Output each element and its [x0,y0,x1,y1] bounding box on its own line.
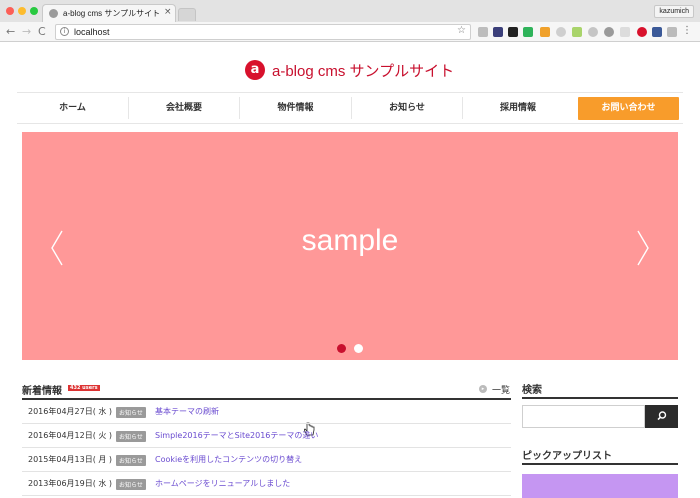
pickup-item[interactable] [522,474,678,498]
profile-button[interactable]: kazumich [654,5,694,18]
news-category-badge[interactable]: お知らせ [116,431,146,442]
news-link[interactable]: Cookieを利用したコンテンツの切り替え [155,454,302,465]
news-date: 2016年04月12日( 火 ) [28,431,113,440]
extension-icon[interactable] [588,27,598,37]
info-icon[interactable]: i [60,27,69,36]
search-icon [657,411,667,421]
forward-icon[interactable]: → [22,25,31,38]
search-header: 検索 [522,380,678,399]
slider-dot-1[interactable] [337,344,346,353]
tab-title: a-blog cms サンプルサイト | a-bl [63,9,159,18]
extension-icon[interactable] [523,27,533,37]
zoom-window-button[interactable] [30,7,38,15]
nav-item-company[interactable]: 会社概要 [129,93,239,123]
extension-icon[interactable] [478,27,488,37]
extension-icon[interactable] [556,27,566,37]
site-logo-icon[interactable]: a [245,60,265,80]
browser-toolbar: ← → C i localhost ☆ ⋮ [0,22,700,42]
extension-icon[interactable] [637,27,647,37]
bookmark-star-icon[interactable]: ☆ [457,25,466,36]
minimize-window-button[interactable] [18,7,26,15]
extension-icon[interactable] [604,27,614,37]
extension-icon[interactable] [572,27,582,37]
contact-button[interactable]: お問い合わせ [578,97,679,120]
favicon-icon [49,9,58,18]
nav-item-home[interactable]: ホーム [17,93,128,123]
url-text[interactable]: localhost [74,27,110,37]
hatena-users-badge[interactable]: 432 users [68,385,100,391]
address-bar[interactable]: i localhost ☆ [55,24,471,40]
facebook-icon[interactable] [652,27,662,37]
news-link[interactable]: Simple2016テーマとSite2016テーマの違い [155,430,318,441]
nav-item-news[interactable]: お知らせ [352,93,462,123]
pickup-header: ピックアップリスト [522,446,678,465]
browser-menu-icon[interactable]: ⋮ [682,25,692,36]
news-date: 2016年04月27日( 水 ) [28,407,113,416]
extension-icon[interactable] [540,27,550,37]
news-row: 2015年04月13日( 月 ) お知らせ Cookieを利用したコンテンツの切… [22,448,511,472]
new-tab-button[interactable] [178,8,196,21]
slider-prev-icon[interactable] [50,230,64,266]
hero-slider[interactable]: sample [22,132,678,436]
news-category-badge[interactable]: お知らせ [116,455,146,466]
slide-text: sample [301,224,399,257]
news-header: 新着情報 432 users ▸ 一覧 [22,380,511,400]
search-button[interactable] [645,405,678,428]
extension-icon[interactable] [667,27,677,37]
news-category-badge[interactable]: お知らせ [116,407,146,418]
news-link[interactable]: ホームページをリニューアルしました [155,478,290,489]
news-title: 新着情報 [22,386,62,397]
tab-close-icon[interactable]: × [164,7,172,17]
news-row: 2016年04月27日( 水 ) お知らせ 基本テーマの刷新 [22,400,511,424]
back-icon[interactable]: ← [6,25,15,38]
extension-icon[interactable] [620,27,630,37]
close-window-button[interactable] [6,7,14,15]
slider-dot-2[interactable] [354,344,363,353]
pickup-title: ピックアップリスト [522,451,612,462]
nav-item-recruit[interactable]: 採用情報 [463,93,573,123]
news-more-link[interactable]: 一覧 [492,383,510,396]
news-link[interactable]: 基本テーマの刷新 [155,406,219,417]
news-category-badge[interactable]: お知らせ [116,479,146,490]
news-date: 2015年04月13日( 月 ) [28,455,113,464]
extension-icon[interactable] [493,27,503,37]
extension-icon[interactable] [508,27,518,37]
global-nav: ホーム 会社概要 物件情報 お知らせ 採用情報 お問い合わせ [17,92,683,124]
news-row: 2016年04月12日( 火 ) お知らせ Simple2016テーマとSite… [22,424,511,448]
search-input[interactable] [522,405,645,428]
site-title[interactable]: a-blog cms サンプルサイト [272,60,454,81]
nav-item-properties[interactable]: 物件情報 [240,93,351,123]
more-arrow-icon[interactable]: ▸ [479,385,487,393]
browser-tab[interactable]: a-blog cms サンプルサイト | a-bl × [42,4,176,22]
search-title: 検索 [522,385,542,396]
news-date: 2013年06月19日( 水 ) [28,479,113,488]
news-row: 2013年06月19日( 水 ) お知らせ ホームページをリニューアルしました [22,472,511,496]
browser-tabbar: a-blog cms サンプルサイト | a-bl × kazumich [0,0,700,22]
slider-next-icon[interactable] [636,230,650,266]
reload-icon[interactable]: C [38,25,46,38]
